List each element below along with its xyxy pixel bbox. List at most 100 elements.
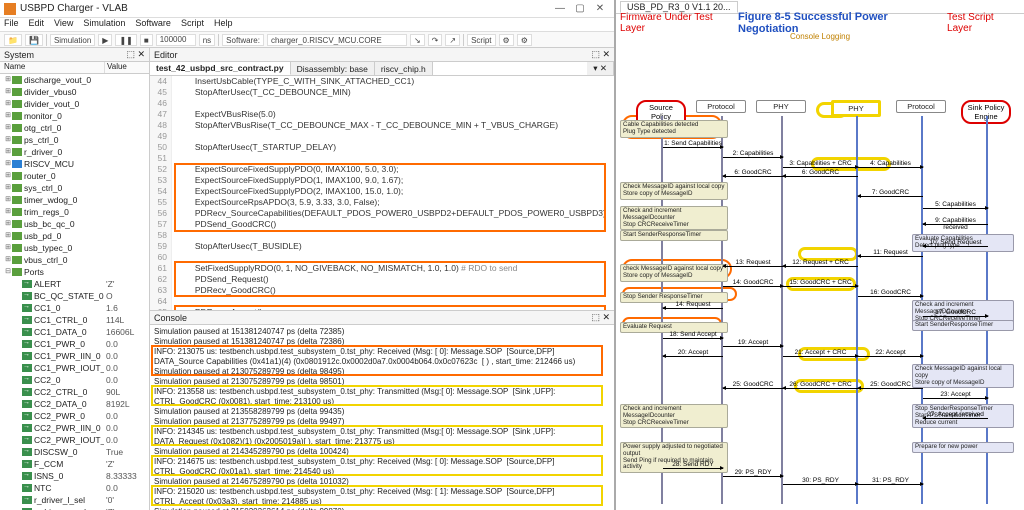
col-name[interactable]: Name [0, 62, 104, 73]
col-value[interactable]: Value [104, 62, 149, 73]
step-over-icon[interactable]: ↷ [428, 34, 443, 46]
system-title: System [4, 50, 34, 60]
software-core-select[interactable]: charger_0.RISCV_MCU.CORE [267, 34, 407, 46]
sequence-message: 9: Capabilities received [923, 220, 988, 228]
pause-icon[interactable]: ❚❚ [115, 34, 136, 46]
sequence-message: 14: Request [663, 304, 723, 312]
editor-header: Editor ⬚ ✕ [150, 48, 614, 62]
console-line: CTRL_Accept (0x03a3), start_time: 214885… [154, 497, 610, 507]
sequence-message: 1: Send Capabilities [663, 143, 723, 151]
tree-item[interactable]: ⊞monitor_0 [0, 110, 149, 122]
maximize-button[interactable]: ▢ [570, 3, 590, 14]
system-header: System ⬚ ✕ [0, 48, 149, 62]
tree-item[interactable]: ⊞discharge_vout_0 [0, 74, 149, 86]
menu-edit[interactable]: Edit [29, 18, 45, 31]
toolbar: 📁 💾 Simulation ▶ ❚❚ ■ ns Software: charg… [0, 32, 614, 48]
console-line: DATA_Request (0x1082)(1) (0x2005019a)[ )… [154, 437, 610, 447]
sim-time-input[interactable] [156, 34, 196, 46]
sequence-message: 23: Accept [923, 394, 988, 402]
tree-item[interactable]: ⊞trim_regs_0 [0, 206, 149, 218]
sequence-message: 30: PS_RDY [783, 480, 858, 488]
code-line: 50 StopAfterUsec(T_STARTUP_DELAY) [150, 142, 614, 153]
sequence-message: 25: GoodCRC [723, 384, 783, 392]
menu-help[interactable]: Help [214, 18, 233, 31]
tree-item[interactable]: ⊞RISCV_MCU [0, 158, 149, 170]
source-action-box: Check and increment MessageIDcounterStop… [620, 404, 728, 428]
sequence-message: 28: Send RDY [663, 464, 723, 472]
editor-title: Editor [154, 50, 178, 60]
tree-item[interactable]: ⊞vbus_ctrl_0 [0, 254, 149, 266]
console-line: INFO: 214675 us: testbench.usbpd.test_su… [154, 457, 610, 467]
console-output[interactable]: Simulation paused at 151381240747 ps (de… [150, 325, 614, 510]
tabs-more-icon[interactable]: ▾ ✕ [587, 62, 614, 75]
sequence-message: 13: Request [723, 262, 783, 270]
menu-simulation[interactable]: Simulation [83, 18, 125, 31]
console-line: INFO: 214345 us: testbench.usbpd.test_su… [154, 427, 610, 437]
system-close-icon[interactable]: ⬚ ✕ [126, 49, 145, 60]
save-icon[interactable]: 💾 [25, 34, 43, 46]
tree-item[interactable]: ⊞r_driver_0 [0, 146, 149, 158]
close-button[interactable]: ✕ [590, 3, 610, 14]
sequence-message: 26: GoodCRC + CRC [783, 384, 858, 392]
system-panel: System ⬚ ✕ Name Value ⊞discharge_vout_0⊞… [0, 48, 150, 510]
tree-item[interactable]: ⊞usb_pd_0 [0, 230, 149, 242]
script-config-icon[interactable]: ⚙ [517, 34, 532, 46]
step-out-icon[interactable]: ↗ [445, 34, 460, 46]
sequence-message: 27: Accept received [923, 414, 988, 422]
sequence-message: 5: Capabilities [923, 204, 988, 212]
tree-item[interactable]: ⊞timer_wdog_0 [0, 194, 149, 206]
code-line: 59 StopAfterUsec(T_BUSIDLE) [150, 241, 614, 252]
code-editor[interactable]: 44 InsertUsbCable(TYPE_C_WITH_SINK_ATTAC… [150, 76, 614, 310]
lane-label: PHY [756, 100, 806, 113]
menu-software[interactable]: Software [135, 18, 171, 31]
system-tree[interactable]: ⊞discharge_vout_0⊞divider_vbus0⊞divider_… [0, 74, 149, 510]
code-line: 60 [150, 252, 614, 263]
sequence-message: 14: GoodCRC [723, 282, 783, 290]
tab-disassembly[interactable]: Disassembly: base [291, 62, 375, 75]
play-icon[interactable]: ▶ [98, 34, 112, 46]
tab-header[interactable]: riscv_chip.h [375, 62, 433, 75]
console-line: Simulation paused at 151381240747 ps (de… [154, 337, 610, 347]
code-line: 63 PDRecv_GoodCRC() [150, 285, 614, 296]
tree-item[interactable]: ⊞usb_bc_qc_0 [0, 218, 149, 230]
sequence-message: 25: GoodCRC [858, 384, 923, 392]
sequence-message: 31: PS_RDY [858, 480, 923, 488]
console-line: Simulation paused at 214345289790 ps (de… [154, 447, 610, 457]
tree-item[interactable]: ⊞router_0 [0, 170, 149, 182]
tree-item[interactable]: ⊞divider_vout_0 [0, 98, 149, 110]
tab-testfile[interactable]: test_42_usbpd_src_contract.py [150, 62, 291, 75]
tree-item[interactable]: ⊞ps_ctrl_0 [0, 134, 149, 146]
diagram-tab[interactable]: USB_PD_R3_0 V1.1 20... [620, 1, 738, 13]
sequence-message: 2: Capabilities [723, 153, 783, 161]
sequence-diagram: Source Policy EngineProtocolPHYPHYProtoc… [616, 44, 1024, 504]
tree-item[interactable]: ⊞divider_vbus0 [0, 86, 149, 98]
source-action-box: Cable Capabilities detectedPlug Type det… [620, 120, 728, 138]
tree-item[interactable]: ⊞otg_ctrl_0 [0, 122, 149, 134]
menu-view[interactable]: View [54, 18, 73, 31]
editor-close-icon[interactable]: ⬚ ✕ [591, 49, 610, 60]
code-line: 46 [150, 98, 614, 109]
console-close-icon[interactable]: ⬚ ✕ [591, 312, 610, 323]
menu-script[interactable]: Script [181, 18, 204, 31]
sim-time-unit[interactable]: ns [199, 34, 215, 46]
console-line: Simulation paused at 213558289799 ps (de… [154, 407, 610, 417]
menu-file[interactable]: File [4, 18, 19, 31]
code-line: 65 PDRecv_Accept() [150, 307, 614, 310]
code-line: 61 SetFixedSupplyRDO(0, 1, NO_GIVEBACK, … [150, 263, 614, 274]
open-icon[interactable]: 📁 [4, 34, 22, 46]
console-header: Console ⬚ ✕ [150, 311, 614, 325]
tab-label: Disassembly: base [297, 64, 368, 74]
titlebar: USBPD Charger - VLAB — ▢ ✕ [0, 0, 614, 18]
tree-item[interactable]: ⊞usb_typec_0 [0, 242, 149, 254]
step-into-icon[interactable]: ↘ [410, 34, 425, 46]
script-run-icon[interactable]: ⚙ [499, 34, 514, 46]
stop-icon[interactable]: ■ [140, 34, 153, 46]
port-item[interactable]: r_driver_r_sel'Z' [0, 506, 149, 510]
source-action-box: check MessageID against local copyStore … [620, 264, 728, 282]
minimize-button[interactable]: — [550, 3, 570, 14]
code-line: 45 StopAfterUsec(T_CC_DEBOUNCE_MIN) [150, 87, 614, 98]
sequence-message: 18: Send Accept [663, 334, 723, 342]
sequence-message: 7: GoodCRC [858, 192, 923, 200]
code-line: 44 InsertUsbCable(TYPE_C_WITH_SINK_ATTAC… [150, 76, 614, 87]
tree-item[interactable]: ⊞sys_ctrl_0 [0, 182, 149, 194]
